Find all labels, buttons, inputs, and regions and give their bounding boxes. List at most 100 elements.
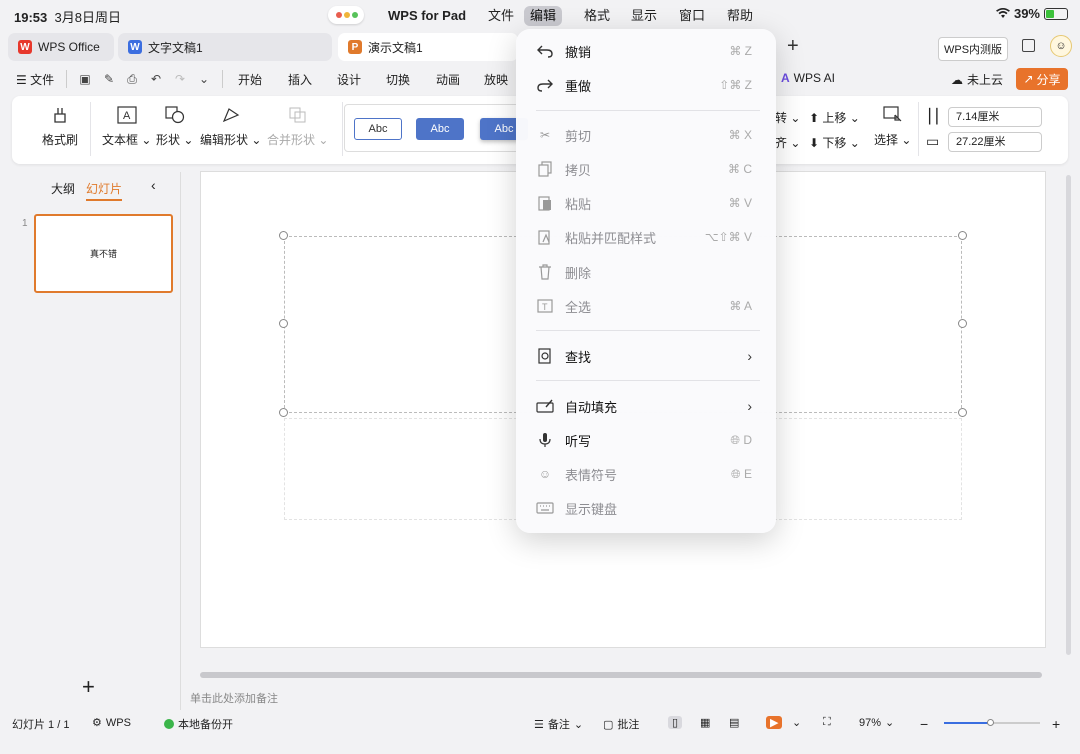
svg-text:A: A bbox=[123, 110, 131, 122]
edit-shape-button[interactable]: 编辑形状 ⌄ bbox=[200, 104, 261, 148]
align-button[interactable]: 齐 ⌄ bbox=[775, 134, 800, 151]
notes-toggle[interactable]: ☰ 备注 ⌄ bbox=[534, 716, 583, 732]
textbox-button[interactable]: A 文本框 ⌄ bbox=[102, 104, 151, 148]
horizontal-scrollbar[interactable] bbox=[200, 672, 1042, 678]
menubar-format[interactable]: 格式 bbox=[578, 6, 616, 26]
collapse-pane-icon[interactable]: ‹ bbox=[151, 177, 156, 193]
tab-wps-office[interactable]: W WPS Office bbox=[8, 33, 114, 61]
menubar-help[interactable]: 帮助 bbox=[721, 6, 759, 26]
print-icon[interactable]: ⎙ bbox=[124, 71, 140, 87]
tab-slideshow[interactable]: 放映 bbox=[484, 71, 508, 88]
comments-button[interactable]: ▢ 批注 bbox=[603, 716, 639, 732]
rotate-button[interactable]: 转 ⌄ bbox=[775, 109, 800, 126]
menu-item-paste-match-style[interactable]: 粘贴并匹配样式 ⌥⇧⌘ V bbox=[516, 221, 776, 253]
presentation-logo-icon: P bbox=[348, 40, 362, 54]
move-up-button[interactable]: ⬆ 上移 ⌄ bbox=[809, 109, 860, 126]
divider bbox=[918, 102, 919, 156]
resize-handle[interactable] bbox=[958, 319, 967, 328]
shape-width-input[interactable]: 27.22厘米 bbox=[948, 132, 1042, 152]
zoom-slider[interactable] bbox=[944, 719, 1040, 726]
avatar[interactable]: ☺ bbox=[1050, 35, 1072, 57]
menu-separator bbox=[536, 330, 760, 331]
tab-outline[interactable]: 大纲 bbox=[51, 180, 75, 197]
resize-handle[interactable] bbox=[279, 408, 288, 417]
slide-thumbnail[interactable]: 真不错 bbox=[34, 214, 173, 293]
zoom-in-icon[interactable]: + bbox=[1052, 716, 1060, 732]
backup-status[interactable]: 本地备份开 bbox=[164, 716, 233, 732]
file-menu-button[interactable]: ☰ 文件 bbox=[16, 71, 54, 88]
menubar-view[interactable]: 显示 bbox=[625, 6, 663, 26]
tab-design[interactable]: 设计 bbox=[337, 71, 361, 88]
menu-item-dictation[interactable]: 听写 🌐︎ D bbox=[516, 424, 776, 456]
menu-item-select-all[interactable]: T 全选 ⌘ A bbox=[516, 290, 776, 322]
play-icon[interactable]: ▶ bbox=[766, 716, 783, 729]
share-button[interactable]: ↗ 分享 bbox=[1016, 68, 1068, 90]
slide-count: 幻灯片 1 / 1 bbox=[12, 719, 70, 731]
menu-item-show-keyboard[interactable]: 显示键盘 bbox=[516, 492, 776, 524]
cloud-upload-icon: ☁ bbox=[951, 72, 963, 87]
zoom-out-icon[interactable]: − bbox=[920, 716, 928, 732]
wps-ai-button[interactable]: A WPS AI bbox=[781, 71, 835, 85]
shape-icon bbox=[164, 104, 186, 126]
menubar-file[interactable]: 文件 bbox=[482, 6, 520, 26]
zoom-slider-thumb[interactable] bbox=[987, 719, 994, 726]
grid-view-icon[interactable]: ▦ bbox=[700, 716, 710, 729]
wps-account-button[interactable]: ⚙ WPS bbox=[92, 716, 131, 730]
tab-presentation[interactable]: P 演示文稿1 bbox=[338, 33, 518, 61]
zoom-level[interactable]: 97% ⌄ bbox=[859, 716, 894, 730]
tab-slides[interactable]: 幻灯片 bbox=[86, 180, 123, 201]
resize-handle[interactable] bbox=[279, 231, 288, 240]
new-tab-icon[interactable]: + bbox=[787, 35, 799, 58]
resize-handle[interactable] bbox=[958, 231, 967, 240]
normal-view-icon[interactable]: ▯ bbox=[668, 716, 683, 729]
menu-item-copy[interactable]: 拷贝 ⌘ C bbox=[516, 153, 776, 185]
vertical-scrollbar[interactable] bbox=[1066, 175, 1071, 655]
tab-insert[interactable]: 插入 bbox=[288, 71, 312, 88]
select-button[interactable]: 选择 ⌄ bbox=[874, 104, 911, 148]
cloud-status[interactable]: ☁ 未上云 bbox=[951, 71, 1003, 88]
wps-logo-icon: W bbox=[18, 40, 32, 54]
notes-placeholder[interactable]: 单击此处添加备注 bbox=[190, 690, 278, 706]
style-outline[interactable]: Abc bbox=[354, 118, 402, 140]
menu-item-delete[interactable]: 删除 bbox=[516, 256, 776, 288]
shape-button[interactable]: 形状 ⌄ bbox=[156, 104, 193, 148]
shape-height-input[interactable]: 7.14厘米 bbox=[948, 107, 1042, 127]
menubar-edit[interactable]: 编辑 bbox=[524, 6, 563, 26]
style-filled[interactable]: Abc bbox=[416, 118, 464, 140]
resize-handle[interactable] bbox=[279, 319, 288, 328]
share-icon: ↗ bbox=[1023, 72, 1034, 86]
brush-icon[interactable]: ✎ bbox=[101, 71, 117, 87]
resize-handle[interactable] bbox=[958, 408, 967, 417]
fit-window-icon[interactable]: ⛶ bbox=[823, 716, 831, 729]
height-icon: ⎮⎮ bbox=[926, 108, 941, 124]
merge-shape-button[interactable]: 合并形状 ⌄ bbox=[267, 104, 328, 148]
menu-item-redo[interactable]: 重做 ⇧⌘ Z bbox=[516, 69, 776, 101]
tab-animation[interactable]: 动画 bbox=[436, 71, 460, 88]
beta-badge[interactable]: WPS内测版 bbox=[938, 37, 1009, 61]
keyboard-icon bbox=[536, 499, 554, 517]
format-painter-button[interactable]: 格式刷 bbox=[42, 104, 78, 148]
tab-home[interactable]: 开始 bbox=[238, 71, 262, 88]
tab-writer-doc[interactable]: W 文字文稿1 bbox=[118, 33, 332, 61]
move-down-button[interactable]: ⬇ 下移 ⌄ bbox=[809, 134, 860, 151]
undo-icon[interactable]: ↶ bbox=[148, 71, 164, 87]
menu-item-autofill[interactable]: 自动填充 › bbox=[516, 390, 776, 422]
menubar-window[interactable]: 窗口 bbox=[673, 6, 711, 26]
reading-view-icon[interactable]: ▤ bbox=[729, 716, 739, 729]
redo-icon[interactable]: ↷ bbox=[172, 71, 188, 87]
send-backward-icon: ⬇ bbox=[809, 136, 820, 150]
menu-item-undo[interactable]: 撤销 ⌘ Z bbox=[516, 35, 776, 67]
window-switch-icon[interactable] bbox=[1022, 39, 1035, 52]
pane-divider bbox=[180, 172, 181, 710]
chevron-down-icon[interactable]: ⌄ bbox=[196, 71, 212, 87]
play-options-chevron-icon[interactable]: ⌄ bbox=[792, 716, 801, 729]
menu-item-emoji[interactable]: ☺ 表情符号 🌐︎ E bbox=[516, 458, 776, 490]
menu-item-cut[interactable]: ✂ 剪切 ⌘ X bbox=[516, 119, 776, 151]
menu-item-paste[interactable]: 粘贴 ⌘ V bbox=[516, 187, 776, 219]
save-icon[interactable]: ▣ bbox=[77, 71, 93, 87]
add-slide-button[interactable]: + bbox=[82, 674, 95, 700]
menu-item-find[interactable]: 查找 › bbox=[516, 340, 776, 372]
multitasking-dots[interactable] bbox=[328, 6, 364, 24]
paste-match-icon bbox=[536, 228, 554, 246]
tab-transition[interactable]: 切换 bbox=[386, 71, 410, 88]
